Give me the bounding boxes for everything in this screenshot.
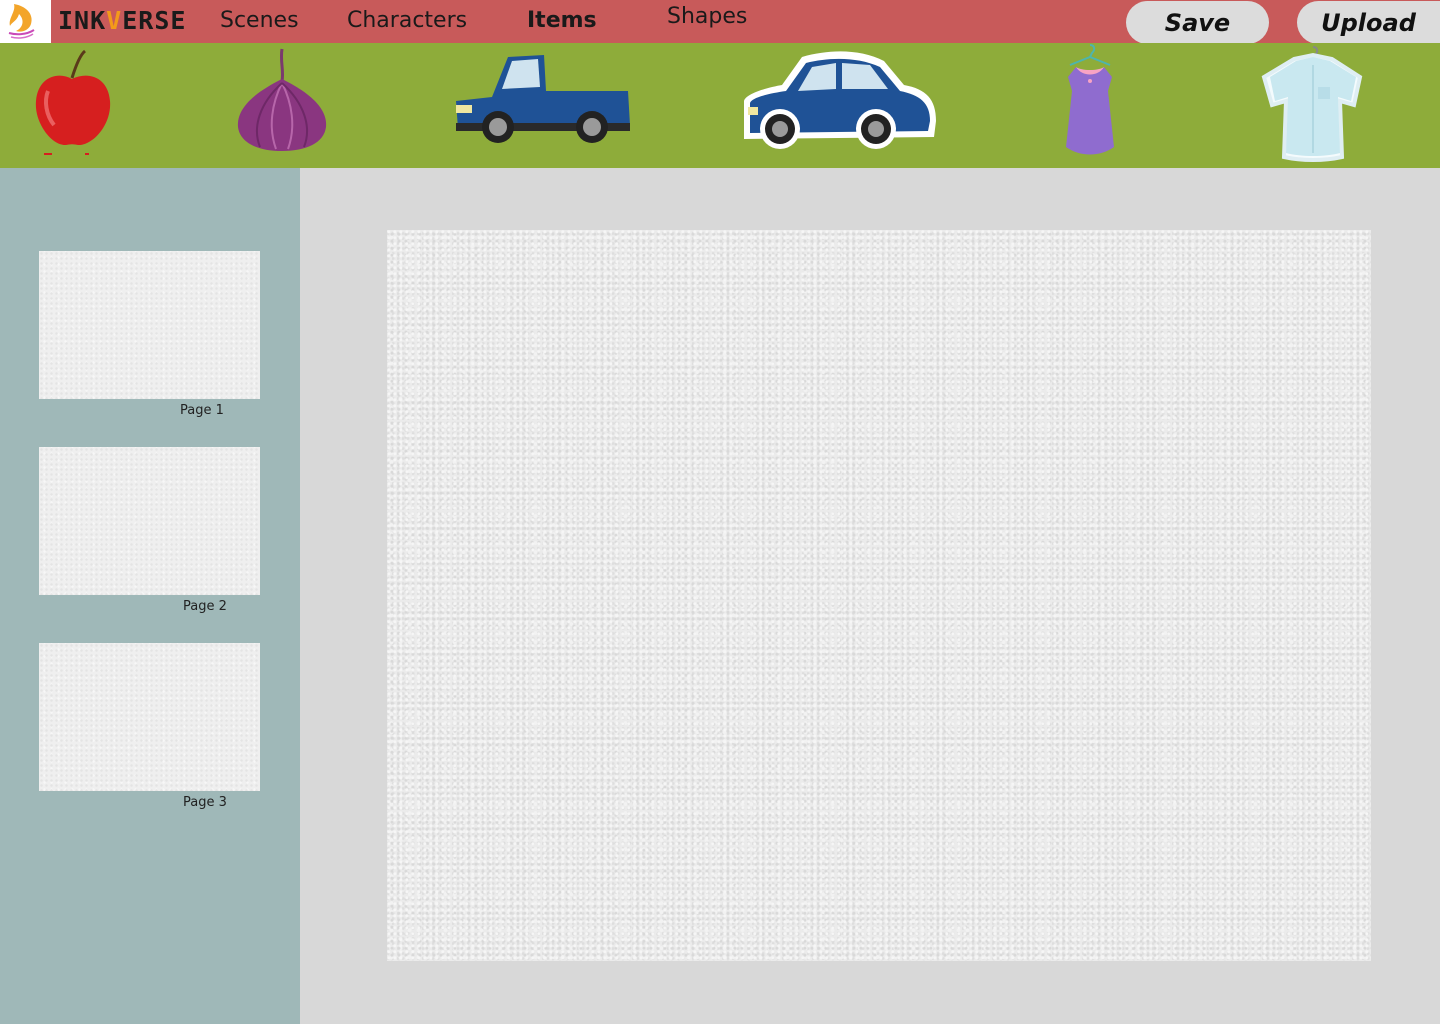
top-navigation-bar: INKVERSE Scenes Characters Items Shapes … (0, 0, 1440, 44)
page-thumbnail-1[interactable] (39, 251, 260, 399)
logo[interactable] (0, 0, 51, 43)
nav-characters[interactable]: Characters (347, 7, 467, 35)
page-label-1: Page 1 (180, 403, 224, 418)
items-tray (0, 43, 1440, 168)
onion-icon[interactable] (232, 43, 332, 168)
flame-logo-icon (8, 4, 35, 39)
apple-icon[interactable] (30, 43, 115, 168)
page-thumbnail-2[interactable] (39, 447, 260, 595)
nav-shapes[interactable]: Shapes (667, 3, 747, 31)
workspace (300, 168, 1440, 1022)
blue-car-icon[interactable] (740, 43, 938, 168)
blue-shirt-icon[interactable] (1258, 43, 1368, 168)
nav-items[interactable]: Items (527, 7, 597, 35)
upload-button[interactable]: Upload (1297, 1, 1440, 44)
nav-scenes[interactable]: Scenes (220, 7, 299, 35)
page-label-3: Page 3 (183, 795, 227, 810)
purple-dress-icon[interactable] (1050, 43, 1130, 168)
drawing-canvas[interactable] (387, 230, 1371, 961)
page-thumbnail-3[interactable] (39, 643, 260, 791)
brand-wordmark: INKVERSE (58, 6, 187, 35)
pickup-truck-icon[interactable] (452, 43, 634, 168)
page-label-2: Page 2 (183, 599, 227, 614)
pages-sidebar: Page 1 Page 2 Page 3 (0, 168, 300, 1024)
save-button[interactable]: Save (1126, 1, 1269, 44)
